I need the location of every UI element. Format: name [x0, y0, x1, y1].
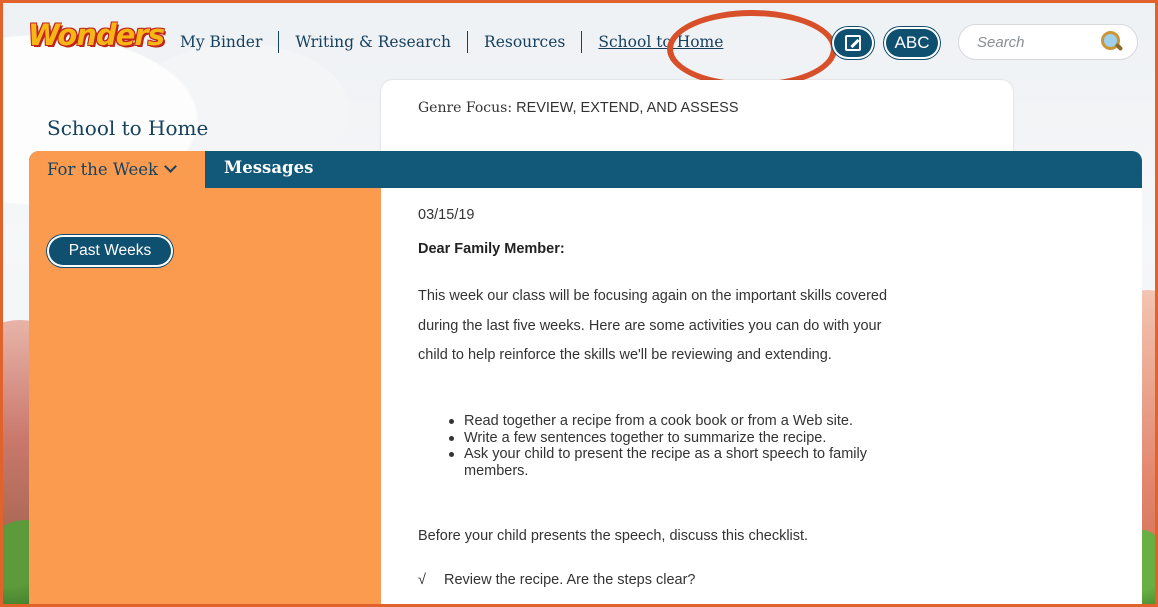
search-icon[interactable]	[1101, 31, 1123, 53]
genre-focus-value: REVIEW, EXTEND, AND ASSESS	[516, 100, 739, 116]
nav-my-binder[interactable]: My Binder	[164, 33, 278, 51]
past-weeks-button[interactable]: Past Weeks	[47, 235, 173, 267]
tab-for-the-week[interactable]: For the Week	[29, 151, 205, 188]
page-title: School to Home	[47, 116, 209, 140]
message-date: 03/15/19	[418, 207, 475, 223]
message-greeting: Dear Family Member:	[418, 241, 565, 257]
checklist-intro: Before your child presents the speech, d…	[418, 528, 809, 544]
nav-writing-research[interactable]: Writing & Research	[279, 33, 467, 51]
checklist-item-text: Review the recipe. Are the steps clear?	[444, 572, 696, 588]
message-intro: This week our class will be focusing aga…	[418, 288, 888, 363]
top-header: Wonders My Binder Writing & Research Res…	[0, 0, 1158, 88]
genre-focus: Genre Focus: REVIEW, EXTEND, AND ASSESS	[418, 100, 739, 116]
main-nav: My Binder Writing & Research Resources S…	[164, 24, 739, 60]
nav-resources[interactable]: Resources	[468, 33, 581, 51]
list-item: Read together a recipe from a cook book …	[446, 413, 886, 430]
annotation-circle	[667, 10, 837, 88]
activity-list: Read together a recipe from a cook book …	[446, 413, 886, 479]
abc-button[interactable]: ABC	[884, 27, 940, 59]
edit-icon	[845, 35, 861, 51]
search-input[interactable]	[977, 33, 1087, 51]
check-mark-icon: √	[418, 572, 426, 588]
search-box	[958, 24, 1138, 60]
checklist-item: √ Review the recipe. Are the steps clear?	[418, 572, 695, 588]
tab-messages[interactable]: Messages	[224, 158, 313, 177]
genre-focus-label: Genre Focus:	[418, 100, 513, 116]
list-item: Ask your child to present the recipe as …	[446, 446, 886, 479]
edit-button[interactable]	[832, 27, 874, 59]
list-item: Write a few sentences together to summar…	[446, 430, 886, 447]
chevron-down-icon	[164, 160, 177, 173]
genre-card	[381, 80, 1013, 160]
tab-for-the-week-label: For the Week	[47, 160, 159, 179]
wonders-logo[interactable]: Wonders	[28, 18, 165, 52]
